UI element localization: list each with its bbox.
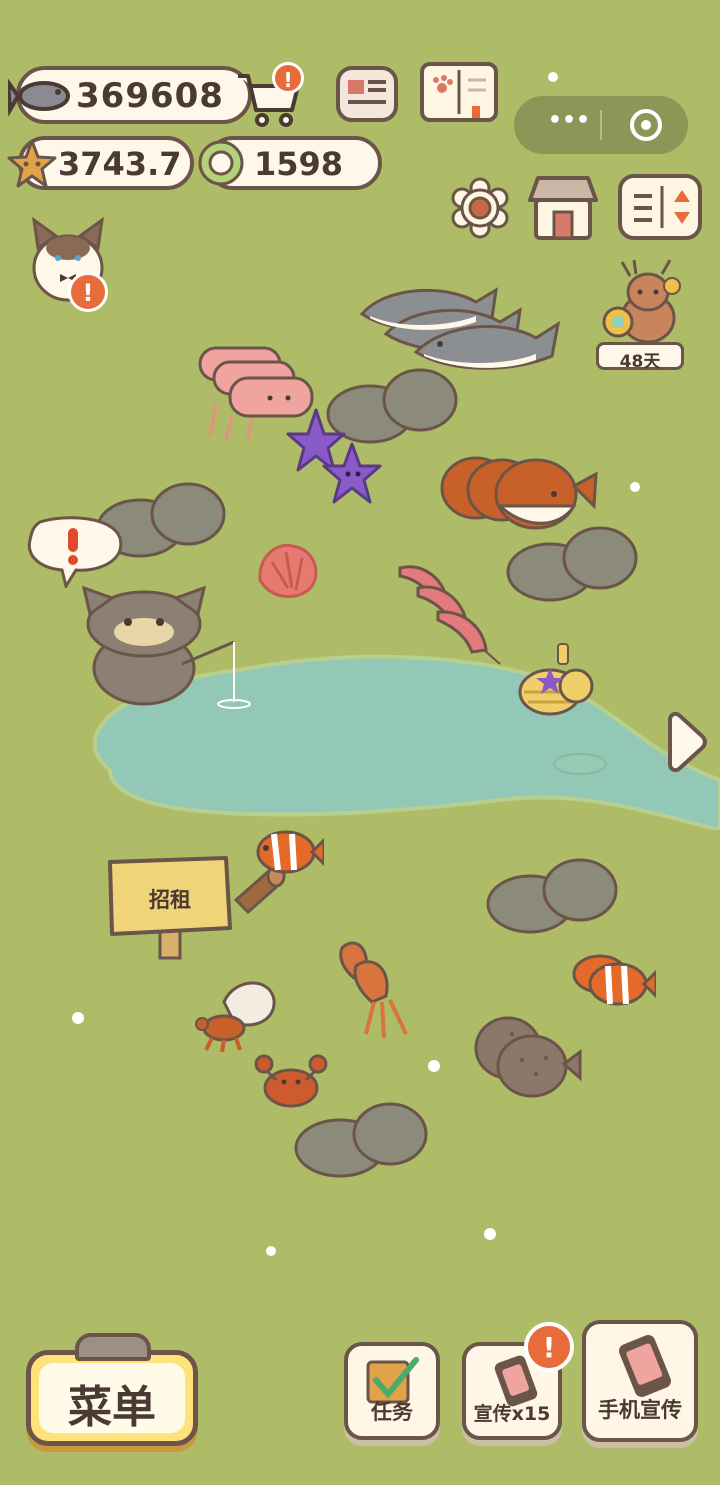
promote-label: 宣传x15 — [473, 1403, 551, 1425]
flower-decor — [548, 72, 558, 82]
task-label: 任务 — [371, 1400, 413, 1424]
sign-text: 招租 — [149, 888, 191, 912]
album-icon — [433, 70, 486, 118]
cart-button[interactable]: ! — [234, 62, 304, 128]
brown-pufferfish-group[interactable] — [472, 1012, 582, 1102]
cart-alert-badge: ! — [272, 62, 304, 94]
prawn-group[interactable] — [394, 560, 504, 670]
fishing-cat[interactable] — [82, 584, 252, 714]
clownfish-1[interactable] — [252, 826, 324, 878]
phone-promote-label: 手机宣传 — [598, 1398, 682, 1422]
album-button[interactable] — [420, 62, 498, 122]
close-miniprogram-icon[interactable] — [630, 109, 662, 141]
sort-button[interactable] — [618, 174, 702, 240]
scallop-shell[interactable] — [252, 540, 322, 604]
shop-icon — [528, 176, 598, 240]
task-button[interactable]: 任务 — [344, 1342, 440, 1440]
promote-alert-badge: ! — [524, 1322, 574, 1372]
flower-decor — [72, 1012, 84, 1024]
clownfish-group[interactable] — [566, 948, 656, 1012]
for-rent-sign[interactable]: 招租 — [106, 854, 234, 962]
clip-decor — [75, 1333, 151, 1361]
fish-icon — [8, 78, 70, 117]
flower-decor — [428, 1060, 440, 1072]
sort-icon — [634, 186, 690, 228]
menu-button[interactable]: 菜单 — [26, 1333, 198, 1446]
newspaper-button[interactable] — [336, 66, 398, 122]
menu-label: 菜单 — [68, 1382, 156, 1433]
token-amount: 1598 — [254, 145, 344, 183]
star-amount: 3743.7 — [58, 145, 182, 183]
phone-promote-button[interactable]: 手机宣传 — [582, 1320, 698, 1442]
flower-decor — [484, 1228, 496, 1240]
newspaper-icon — [348, 80, 386, 104]
event-days-badge: 48天 — [596, 342, 684, 372]
hermit-crab[interactable] — [194, 972, 280, 1056]
pufferfish-group[interactable] — [436, 444, 600, 536]
next-area-button[interactable] — [664, 711, 708, 773]
fish-amount: 369608 — [76, 76, 224, 116]
flower-decor — [630, 482, 640, 492]
purple-starfish-group[interactable] — [282, 404, 392, 514]
token-icon — [198, 140, 244, 186]
alert-speech-bubble[interactable] — [26, 514, 126, 588]
squid-group[interactable] — [336, 938, 426, 1046]
miniprogram-capsule[interactable]: ••• — [514, 96, 688, 154]
shop-button[interactable] — [526, 172, 600, 242]
deer-event-icon[interactable] — [596, 256, 696, 348]
flower-decor — [266, 1246, 276, 1256]
shark-group[interactable] — [356, 256, 578, 390]
more-menu-button[interactable]: ••• — [534, 108, 604, 133]
treasure-basket[interactable] — [514, 640, 604, 724]
star-icon — [7, 139, 57, 188]
manager-alert-badge: ! — [68, 272, 108, 312]
settings-icon — [451, 177, 509, 239]
chevron-right-icon — [668, 711, 707, 773]
settings-button[interactable] — [448, 176, 512, 240]
capsule-divider — [600, 110, 602, 140]
rock-cluster-4 — [486, 858, 618, 934]
red-crab[interactable] — [254, 1050, 328, 1110]
